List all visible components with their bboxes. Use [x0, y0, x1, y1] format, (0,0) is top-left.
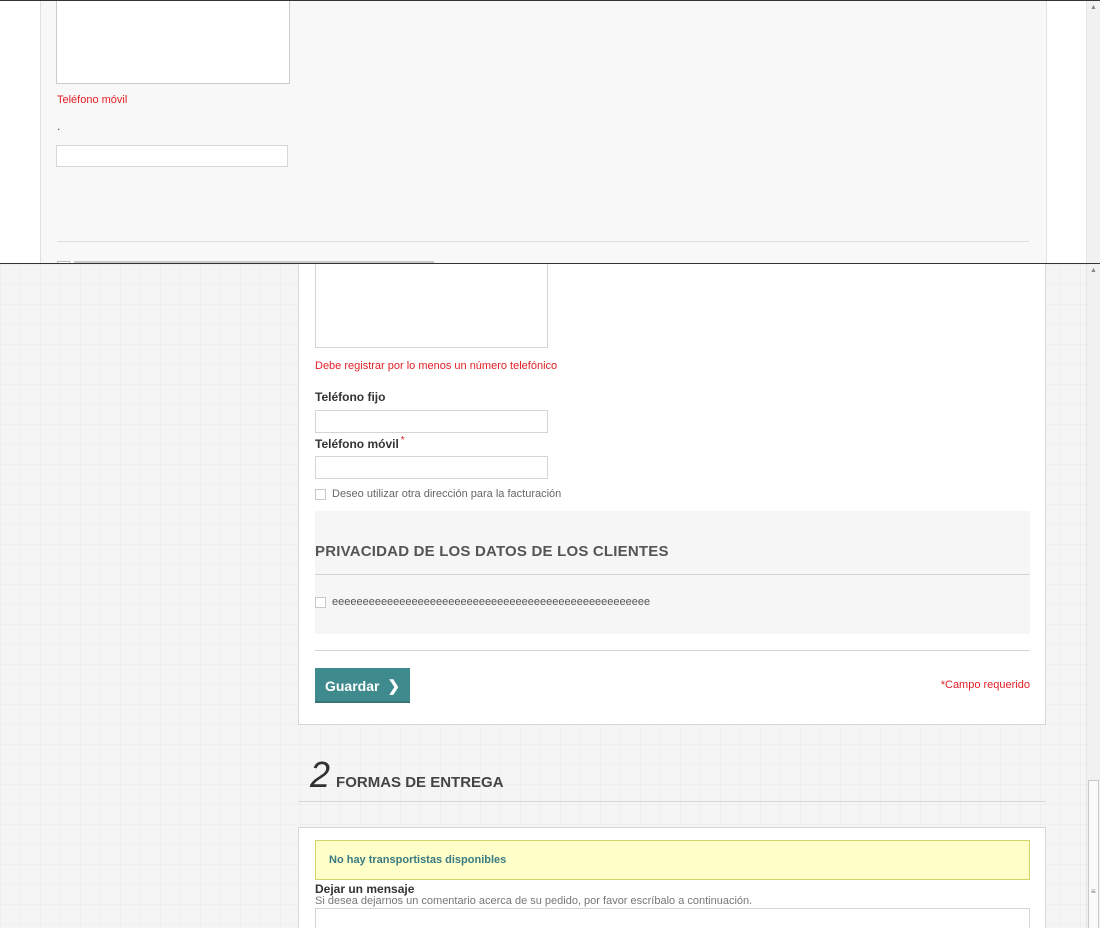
scroll-up-arrow-icon[interactable]: ▲: [1090, 267, 1097, 274]
top-dot-text: .: [57, 119, 61, 133]
top-mobile-input[interactable]: [56, 145, 288, 167]
privacy-option[interactable]: eeeeeeeeeeeeeeeeeeeeeeeeeeeeeeeeeeeeeeee…: [315, 596, 650, 608]
message-label: Dejar un mensaje: [315, 882, 415, 896]
required-asterisk: *: [400, 435, 405, 446]
invoice-address-checkbox[interactable]: [315, 488, 326, 500]
chevron-right-icon: ❯: [387, 677, 401, 695]
save-button[interactable]: Guardar ❯: [315, 668, 410, 703]
privacy-title: PRIVACIDAD DE LOS DATOS DE LOS CLIENTES: [315, 543, 669, 560]
invoice-address-option[interactable]: Deseo utilizar otra dirección para la fa…: [315, 488, 561, 500]
top-scrollbar[interactable]: ▲: [1086, 1, 1100, 263]
message-textarea[interactable]: [315, 908, 1030, 928]
privacy-checkbox[interactable]: [315, 596, 326, 608]
address-form: Debe registrar por lo menos un número te…: [298, 264, 1046, 725]
mobile-label: Teléfono móvil *: [315, 435, 405, 451]
privacy-checkbox-label: eeeeeeeeeeeeeeeeeeeeeeeeeeeeeeeeeeeeeeee…: [332, 596, 651, 608]
no-carriers-alert: No hay transportistas disponibles: [315, 840, 1030, 880]
delivery-step-heading: 2 FORMAS DE ENTREGA: [310, 757, 504, 793]
required-field-note: *Campo requerido: [940, 679, 1030, 691]
no-carriers-alert-text: No hay transportistas disponibles: [329, 854, 507, 866]
top-mobile-label: Teléfono móvil: [57, 94, 128, 106]
message-help-text: Si desea dejarnos un comentario acerca d…: [315, 895, 753, 907]
main-scrollbar[interactable]: ▲ ≡: [1086, 264, 1100, 928]
form-divider: [315, 650, 1030, 651]
grip-icon: ≡: [1091, 887, 1096, 896]
mobile-input[interactable]: [315, 456, 548, 479]
landline-label: Teléfono fijo: [315, 390, 385, 404]
address-textarea[interactable]: [315, 264, 548, 348]
step-divider: [298, 801, 1046, 802]
main-window: Debe registrar por lo menos un número te…: [0, 263, 1100, 928]
save-button-label: Guardar: [324, 677, 380, 694]
delivery-section: No hay transportistas disponibles Dejar …: [298, 827, 1046, 928]
privacy-section: PRIVACIDAD DE LOS DATOS DE LOS CLIENTES …: [315, 511, 1030, 634]
step-title: FORMAS DE ENTREGA: [336, 774, 504, 791]
top-divider: [57, 241, 1029, 242]
step-number: 2: [310, 754, 331, 795]
landline-input[interactable]: [315, 410, 548, 433]
scrollbar-thumb[interactable]: ≡: [1088, 780, 1099, 928]
top-window: Teléfono móvil . ▲: [0, 0, 1100, 263]
privacy-divider: [315, 574, 1030, 575]
scroll-up-arrow-icon[interactable]: ▲: [1090, 4, 1097, 11]
landline-label-text: Teléfono fijo: [315, 390, 386, 404]
phone-error-message: Debe registrar por lo menos un número te…: [315, 360, 558, 372]
top-address-textarea[interactable]: [56, 1, 290, 84]
mobile-label-text: Teléfono móvil: [315, 437, 399, 451]
invoice-address-checkbox-label: Deseo utilizar otra dirección para la fa…: [332, 488, 562, 500]
